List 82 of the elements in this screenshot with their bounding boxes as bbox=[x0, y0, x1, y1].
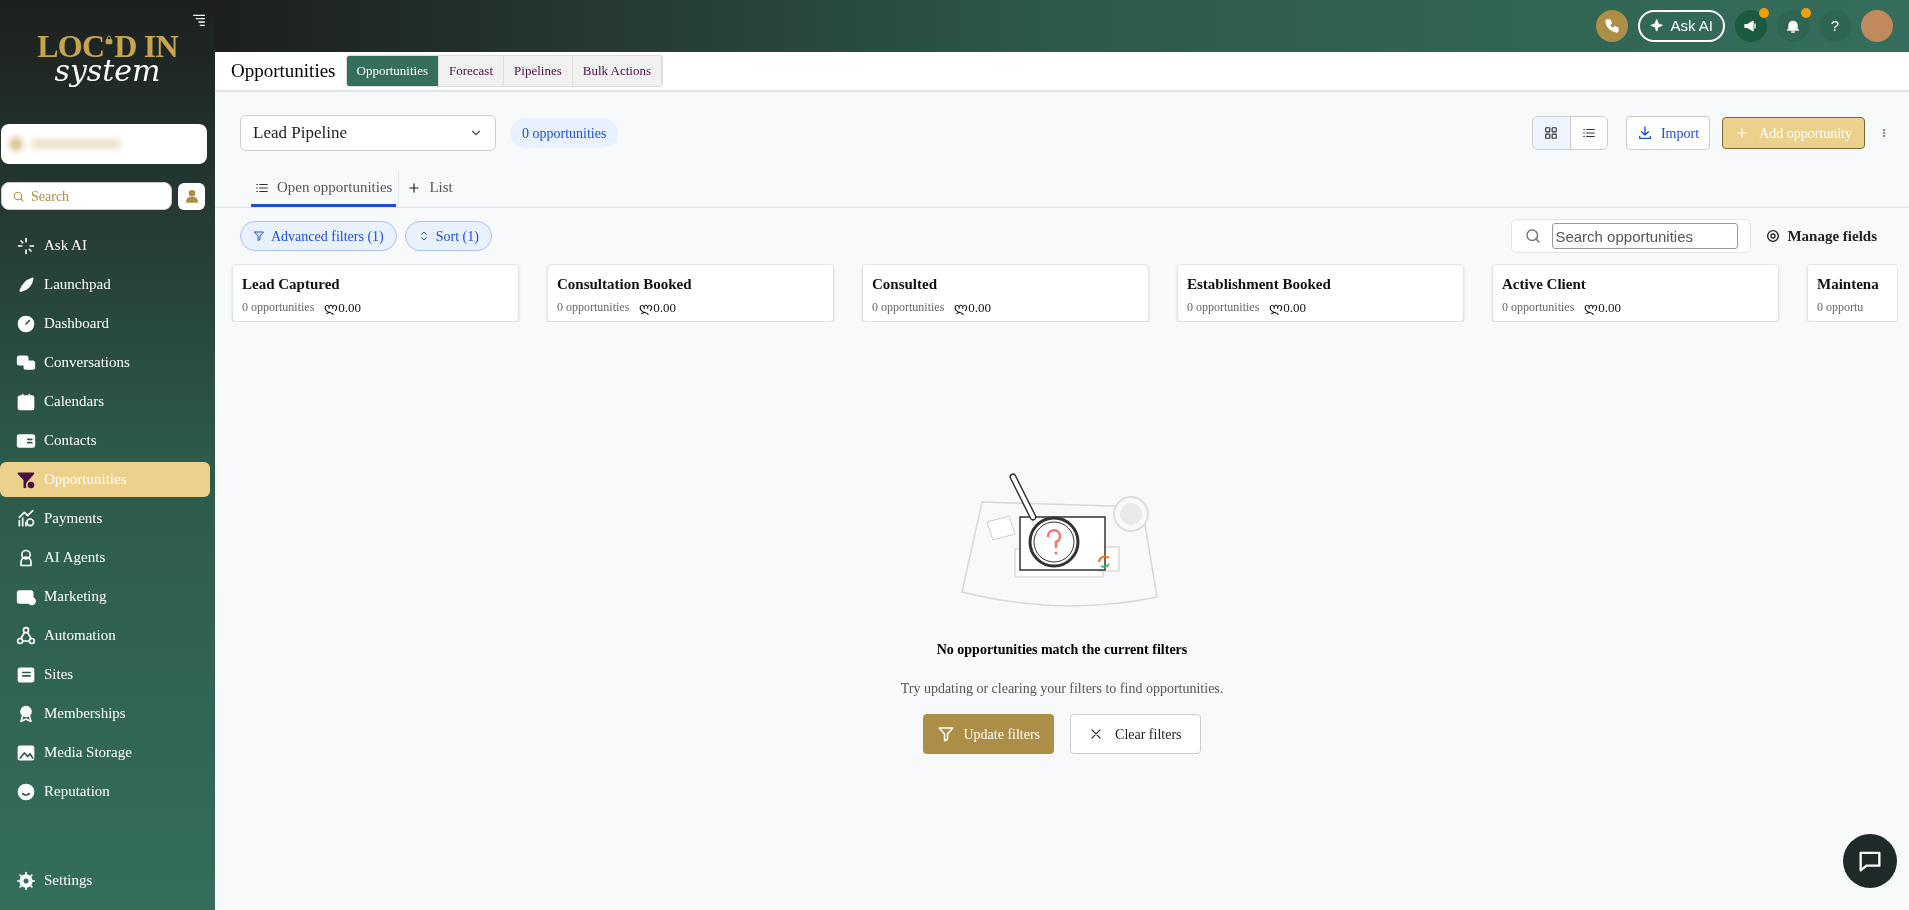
import-button[interactable]: Import bbox=[1625, 116, 1711, 150]
stage-count: 0 opportunities bbox=[1187, 298, 1260, 316]
close-icon bbox=[1089, 727, 1104, 741]
opportunity-count-pill: 0 opportunities bbox=[510, 118, 619, 148]
logo: LOC D IN system bbox=[36, 30, 180, 90]
lock-icon bbox=[104, 34, 115, 46]
nav-item[interactable]: AI Agents bbox=[0, 540, 210, 575]
phone-icon bbox=[1604, 18, 1621, 34]
opportunity-search[interactable]: Search opportunities bbox=[1511, 219, 1752, 253]
stage-count: 0 opportunities bbox=[242, 298, 315, 316]
sort-button[interactable]: Sort (1) bbox=[404, 221, 492, 251]
nav-item[interactable]: Reputation bbox=[0, 774, 210, 809]
page-title: Opportunities bbox=[231, 58, 336, 83]
stage-amount: ლ0.00 bbox=[954, 298, 992, 317]
contact-button[interactable] bbox=[178, 182, 205, 210]
megaphone-icon bbox=[1743, 18, 1759, 34]
grid-icon bbox=[1544, 126, 1559, 140]
person-icon bbox=[183, 188, 200, 204]
bell-icon bbox=[1785, 18, 1801, 34]
nav-item[interactable]: Launchpad bbox=[0, 267, 210, 302]
empty-state-title: No opportunities match the current filters bbox=[936, 641, 1188, 659]
plus-icon bbox=[1735, 126, 1750, 140]
notifications-button[interactable] bbox=[1777, 10, 1809, 42]
gauge-icon bbox=[16, 313, 36, 334]
chart-icon bbox=[16, 508, 36, 529]
nav-item[interactable]: Automation bbox=[0, 618, 210, 653]
pipeline-select[interactable]: Lead Pipeline bbox=[240, 115, 496, 151]
page-tab[interactable]: Bulk Actions bbox=[572, 56, 662, 86]
list-icon bbox=[1581, 126, 1596, 140]
phone-button[interactable] bbox=[1596, 10, 1629, 42]
view-tab[interactable]: List bbox=[398, 171, 457, 207]
help-button[interactable]: ? bbox=[1819, 10, 1851, 42]
nav-item[interactable]: Sites bbox=[0, 657, 210, 692]
stage-count: 0 opportunities bbox=[557, 298, 630, 316]
stage-name: Consulted bbox=[872, 275, 939, 294]
page-tab[interactable]: Pipelines bbox=[504, 56, 573, 86]
plus-icon bbox=[407, 180, 422, 195]
network-icon bbox=[16, 625, 36, 646]
stage-amount: ლ0.00 bbox=[1584, 298, 1622, 317]
stage-count: 0 opportunities bbox=[1502, 298, 1575, 316]
stage-count: 0 opportunities bbox=[872, 298, 945, 316]
nav-item[interactable]: Dashboard bbox=[0, 306, 210, 341]
search-icon bbox=[1524, 227, 1543, 245]
nav-item[interactable]: Media Storage bbox=[0, 735, 210, 770]
stage-name: Consultation Booked bbox=[557, 275, 693, 294]
stage-amount: ლ0.00 bbox=[324, 298, 362, 317]
menu-icon[interactable] bbox=[191, 12, 207, 28]
search-icon bbox=[12, 189, 25, 203]
funnel-icon bbox=[253, 230, 265, 242]
stage-name: Lead Captured bbox=[242, 275, 341, 294]
stage-count: 0 opportu bbox=[1817, 298, 1864, 316]
chat-button[interactable] bbox=[1843, 834, 1897, 888]
filter-button[interactable]: Advanced filters (1) bbox=[240, 221, 397, 251]
smiley-icon bbox=[16, 781, 36, 802]
funnel-icon bbox=[937, 725, 956, 743]
stage-amount: ლ0.00 bbox=[639, 298, 677, 317]
calendar-icon bbox=[16, 391, 36, 412]
board-view-button[interactable] bbox=[1532, 117, 1570, 149]
blurred-avatar bbox=[9, 137, 23, 151]
empty-state-message: Try updating or clearing your filters to find opportunities. bbox=[900, 680, 1224, 698]
stage-name: Active Client bbox=[1502, 275, 1587, 294]
manage-fields-button[interactable]: Manage fields bbox=[1765, 224, 1877, 248]
announcements-button[interactable] bbox=[1735, 10, 1767, 42]
clear-filters-button[interactable]: Clear filters bbox=[1070, 714, 1201, 754]
nav-item[interactable]: Ask AI bbox=[0, 228, 210, 263]
list-view-button[interactable] bbox=[1569, 117, 1607, 149]
nav-item[interactable]: Conversations bbox=[0, 345, 210, 380]
page-tab[interactable]: Opportunities bbox=[346, 56, 439, 86]
stage-name: Establishment Booked bbox=[1187, 275, 1332, 294]
page-tab[interactable]: Forecast bbox=[439, 56, 505, 86]
stage-name: Maintena bbox=[1817, 275, 1880, 294]
ask-ai-button[interactable]: Ask AI bbox=[1638, 10, 1725, 42]
nav-item[interactable]: Marketing bbox=[0, 579, 210, 614]
settings-item[interactable]: Settings bbox=[0, 863, 215, 898]
nav-item[interactable]: Calendars bbox=[0, 384, 210, 419]
stage-amount: ლ0.00 bbox=[1269, 298, 1307, 317]
nav-item[interactable]: Contacts bbox=[0, 423, 210, 458]
download-icon bbox=[1636, 125, 1653, 141]
nav-item[interactable]: Memberships bbox=[0, 696, 210, 731]
account-switcher[interactable] bbox=[1, 124, 207, 164]
nav-item[interactable]: Payments bbox=[0, 501, 210, 536]
view-tab[interactable]: Open opportunities bbox=[251, 171, 397, 207]
